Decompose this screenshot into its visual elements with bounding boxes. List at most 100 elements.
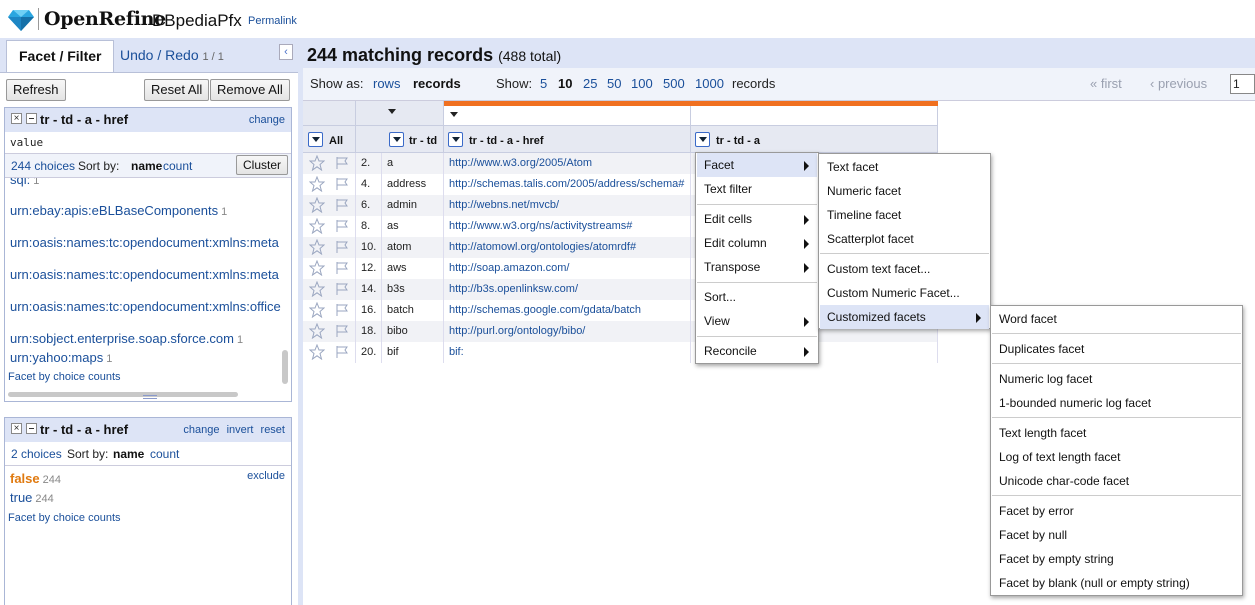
menu-item-duplicates-facet[interactable]: Duplicates facet — [992, 337, 1241, 361]
remove-facet-icon[interactable]: × — [11, 113, 22, 124]
horizontal-scrollbar-thumb[interactable] — [8, 392, 238, 397]
sort-by-name[interactable]: name — [131, 159, 162, 173]
facet-choice-list[interactable]: sql: 1 urn:ebay:apis:eBLBaseComponents 1 u… — [5, 178, 291, 400]
menu-item-bounded-log-facet[interactable]: 1-bounded numeric log facet — [992, 391, 1241, 415]
menu-item-unicode-charcode-facet[interactable]: Unicode char-code facet — [992, 469, 1241, 493]
flag-icon[interactable] — [335, 240, 349, 254]
view-records-link[interactable]: records — [413, 76, 461, 91]
menu-item-edit-column[interactable]: Edit column — [697, 231, 817, 255]
star-icon[interactable] — [309, 155, 325, 171]
cluster-button[interactable]: Cluster — [235, 155, 288, 175]
href-cell[interactable]: http://b3s.openlinksw.com/ — [444, 279, 691, 300]
star-icon[interactable] — [309, 197, 325, 213]
menu-item-facet-by-null[interactable]: Facet by null — [992, 523, 1241, 547]
reset-all-button[interactable]: Reset All — [144, 79, 210, 101]
sort-by-count[interactable]: count — [150, 447, 179, 461]
td-cell[interactable]: bif — [382, 342, 444, 363]
facet-expression[interactable]: value — [5, 132, 291, 154]
star-icon[interactable] — [309, 218, 325, 234]
previous-page-link[interactable]: ‹ previous — [1150, 76, 1207, 91]
menu-item-view[interactable]: View — [697, 309, 817, 333]
href-cell[interactable]: http://schemas.talis.com/2005/address/sc… — [444, 174, 691, 195]
menu-item-custom-text-facet[interactable]: Custom text facet... — [820, 257, 989, 281]
page-size-1000[interactable]: 1000 — [695, 76, 724, 91]
menu-item-sort[interactable]: Sort... — [697, 285, 817, 309]
resize-handle-icon[interactable] — [143, 395, 157, 399]
menu-item-facet-by-blank[interactable]: Facet by blank (null or empty string) — [992, 571, 1241, 595]
page-size-100[interactable]: 100 — [631, 76, 653, 91]
tab-facet-filter[interactable]: Facet / Filter — [6, 40, 115, 72]
menu-item-timeline-facet[interactable]: Timeline facet — [820, 203, 989, 227]
menu-item-transpose[interactable]: Transpose — [697, 255, 817, 279]
td-cell[interactable]: admin — [382, 195, 444, 216]
remove-all-button[interactable]: Remove All — [210, 79, 290, 101]
menu-item-text-facet[interactable]: Text facet — [820, 155, 989, 179]
view-rows-link[interactable]: rows — [373, 76, 400, 91]
facet-choice[interactable]: urn:yahoo:maps 1 — [10, 350, 112, 365]
row-number-cell[interactable]: 18. — [356, 321, 382, 342]
td-cell[interactable]: atom — [382, 237, 444, 258]
facet-choice-selected[interactable]: false 244 — [10, 471, 61, 486]
td-cell[interactable]: as — [382, 216, 444, 237]
flag-icon[interactable] — [335, 198, 349, 212]
row-number-cell[interactable]: 2. — [356, 153, 382, 174]
flag-icon[interactable] — [335, 303, 349, 317]
column-dropdown-icon[interactable] — [448, 132, 463, 147]
menu-item-facet[interactable]: Facet — [697, 153, 817, 177]
facet-choice[interactable]: urn:oasis:names:tc:opendocument:xmlns:me… — [10, 235, 279, 250]
href-cell[interactable]: http://atomowl.org/ontologies/atomrdf# — [444, 237, 691, 258]
href-cell[interactable]: http://purl.org/ontology/bibo/ — [444, 321, 691, 342]
menu-item-numeric-log-facet[interactable]: Numeric log facet — [992, 367, 1241, 391]
page-number-input[interactable]: 1 — [1230, 74, 1255, 94]
td-cell[interactable]: b3s — [382, 279, 444, 300]
menu-item-custom-numeric-facet[interactable]: Custom Numeric Facet... — [820, 281, 989, 305]
page-size-5[interactable]: 5 — [540, 76, 547, 91]
column-dropdown-icon[interactable] — [695, 132, 710, 147]
star-icon[interactable] — [309, 302, 325, 318]
column-dropdown-icon[interactable] — [308, 132, 323, 147]
row-number-cell[interactable]: 12. — [356, 258, 382, 279]
facet-invert-link[interactable]: invert — [227, 424, 254, 436]
star-icon[interactable] — [309, 239, 325, 255]
flag-icon[interactable] — [335, 219, 349, 233]
href-cell[interactable]: http://webns.net/mvcb/ — [444, 195, 691, 216]
menu-item-text-filter[interactable]: Text filter — [697, 177, 817, 201]
first-page-link[interactable]: « first — [1090, 76, 1122, 91]
page-size-50[interactable]: 50 — [607, 76, 621, 91]
href-cell[interactable]: http://soap.amazon.com/ — [444, 258, 691, 279]
sort-by-count[interactable]: count — [163, 159, 192, 173]
minimize-facet-icon[interactable] — [26, 113, 37, 124]
href-cell[interactable]: http://www.w3.org/2005/Atom — [444, 153, 691, 174]
menu-item-customized-facets[interactable]: Customized facets — [820, 305, 989, 329]
facet-choice[interactable]: sql: 1 — [10, 178, 39, 187]
sort-by-name[interactable]: name — [113, 447, 144, 461]
menu-item-text-length-facet[interactable]: Text length facet — [992, 421, 1241, 445]
flag-icon[interactable] — [335, 282, 349, 296]
row-number-cell[interactable]: 6. — [356, 195, 382, 216]
page-size-25[interactable]: 25 — [583, 76, 597, 91]
td-cell[interactable]: bibo — [382, 321, 444, 342]
facet-by-choice-counts-link[interactable]: Facet by choice counts — [8, 371, 121, 383]
row-number-cell[interactable]: 16. — [356, 300, 382, 321]
facet-by-choice-counts-link[interactable]: Facet by choice counts — [8, 512, 121, 524]
menu-item-word-facet[interactable]: Word facet — [992, 307, 1241, 331]
openrefine-diamond-icon[interactable] — [8, 9, 34, 31]
row-number-cell[interactable]: 8. — [356, 216, 382, 237]
group-dropdown-icon[interactable] — [388, 109, 396, 114]
page-size-10[interactable]: 10 — [558, 76, 572, 91]
row-number-cell[interactable]: 4. — [356, 174, 382, 195]
star-icon[interactable] — [309, 281, 325, 297]
menu-item-facet-by-empty-string[interactable]: Facet by empty string — [992, 547, 1241, 571]
tab-undo-redo[interactable]: Undo / Redo 1 / 1 — [108, 40, 236, 72]
href-cell[interactable]: http://www.w3.org/ns/activitystreams# — [444, 216, 691, 237]
permalink-link[interactable]: Permalink — [248, 15, 297, 27]
collapse-panel-icon[interactable]: ‹ — [279, 44, 293, 60]
star-icon[interactable] — [309, 176, 325, 192]
row-number-cell[interactable]: 10. — [356, 237, 382, 258]
menu-item-log-text-length-facet[interactable]: Log of text length facet — [992, 445, 1241, 469]
menu-item-numeric-facet[interactable]: Numeric facet — [820, 179, 989, 203]
flag-icon[interactable] — [335, 261, 349, 275]
td-cell[interactable]: aws — [382, 258, 444, 279]
facet-reset-link[interactable]: reset — [261, 424, 285, 436]
vertical-scrollbar-thumb[interactable] — [282, 350, 288, 384]
